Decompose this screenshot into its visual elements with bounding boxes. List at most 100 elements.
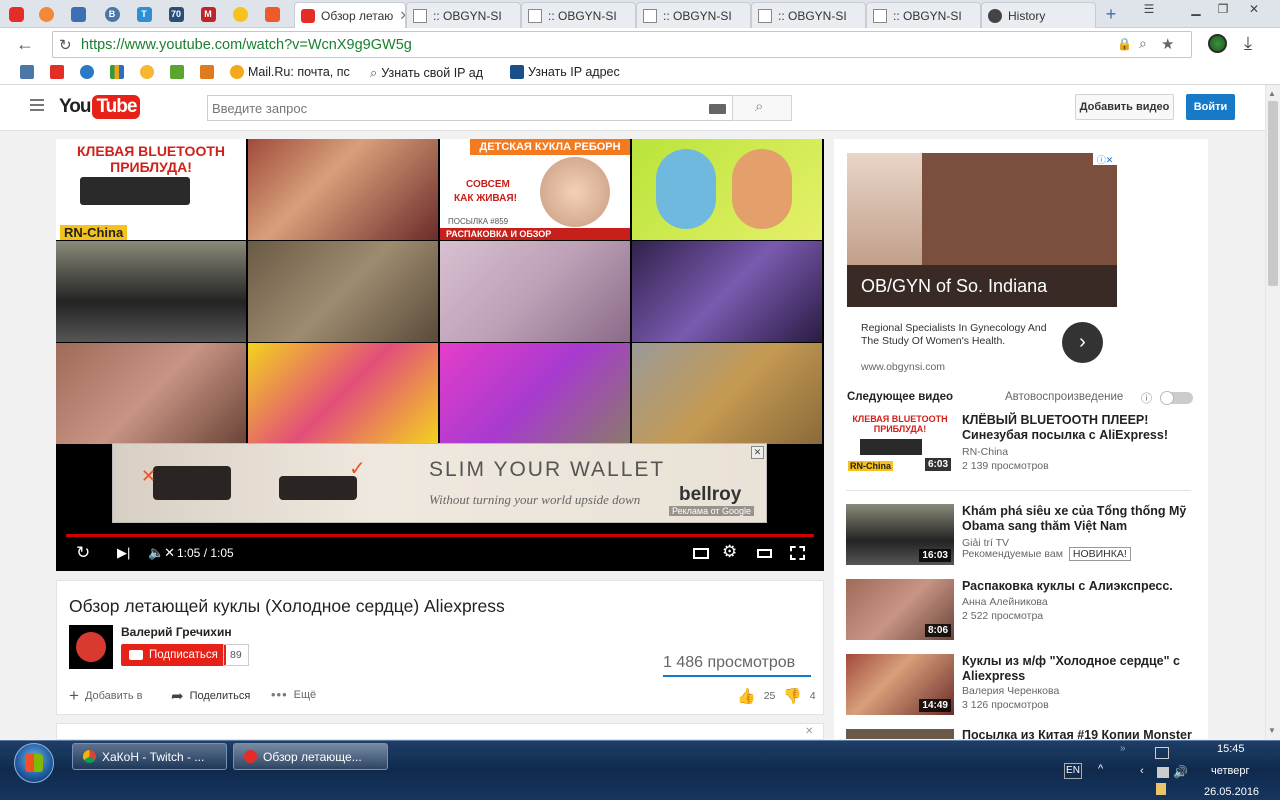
share-button[interactable]: ➦ Поделиться [171,687,250,705]
ad-google-label[interactable]: Реклама от Google [669,506,755,516]
endscreen-video-3[interactable]: ДЕТСКАЯ КУКЛА РЕБОРН СОВСЕМ КАК ЖИВАЯ! П… [440,139,630,240]
tab-obgyn-2[interactable]: :: OBGYN-SI [521,2,636,28]
pinned-tab-70[interactable]: 70 [164,3,188,25]
url-text[interactable]: https://www.youtube.com/watch?v=WcnX9g9G… [81,37,412,53]
flag-icon[interactable] [1156,783,1166,795]
sidebar-video[interactable]: 8:06 Распаковка куклы с Алиэкспресс. Анн… [846,579,1196,641]
taskbar-youtube-window[interactable]: Обзор летающе... [233,743,388,770]
video-title[interactable]: Распаковка куклы с Алиэкспресс. [962,579,1196,594]
video-title[interactable]: Khám phá siêu xe của Tổng thống Mỹ Obama… [962,504,1196,534]
sidebar-ad[interactable]: OB/GYN of So. Indiana ⓘ✕ [847,153,1117,307]
endscreen-video-8[interactable] [632,241,822,342]
close-icon[interactable]: ✕ [399,8,405,24]
minimize-button[interactable]: ▁ [1183,0,1209,18]
bookmark-globe[interactable] [80,65,94,79]
bookmark-dollar[interactable] [170,65,184,79]
network-error-icon[interactable] [1157,767,1169,778]
search-button[interactable]: ⌕ [732,95,792,121]
close-icon[interactable]: ✕ [751,446,764,459]
restore-button[interactable]: ❐ [1210,0,1236,18]
channel-name[interactable]: Валерий Гречихин [121,625,232,639]
upload-button[interactable]: Добавить видео [1075,94,1174,120]
endscreen-video-10[interactable] [248,343,438,444]
start-button[interactable] [14,743,54,783]
scroll-down-arrow-icon[interactable]: ▼ [1268,726,1276,735]
menu-icon[interactable]: ☰ [1137,0,1161,18]
video-thumbnail[interactable]: 14:49 [846,654,954,715]
video-thumbnail[interactable]: КЛЕВАЯ BLUETOOTH ПРИБЛУДА! RN-China 6:03 [846,413,954,474]
bookmark-ip-search[interactable]: ⌕ Узнать свой IP ад [370,65,483,81]
sidebar-video[interactable]: КЛЕВАЯ BLUETOOTH ПРИБЛУДА! RN-China 6:03… [846,413,1196,475]
bookmark-fox[interactable] [200,65,214,79]
video-title[interactable]: Посылка из Китая #19 Копии Monster [962,729,1196,739]
language-indicator[interactable]: EN [1064,763,1082,779]
bookmark-ip[interactable]: Узнать IP адрес [510,65,620,79]
globe-extension-icon[interactable] [1208,34,1227,53]
autoplay-toggle[interactable] [1160,391,1193,405]
star-icon[interactable]: ★ [1161,35,1174,53]
mute-icon[interactable]: 🔈✕ [148,545,175,561]
keyboard-icon[interactable] [709,104,726,114]
endscreen-video-7[interactable] [440,241,630,342]
video-thumbnail[interactable] [846,729,954,739]
close-window-button[interactable]: ✕ [1240,0,1268,18]
collapse-icon[interactable]: ✕ [805,726,813,737]
ad-url[interactable]: www.obgynsi.com [861,361,945,373]
progress-bar[interactable] [66,534,814,537]
channel-avatar[interactable] [69,625,113,669]
show-hidden-icons-icon[interactable]: ^ [1098,763,1103,775]
endscreen-video-5[interactable] [56,241,246,342]
pinned-tab-vk[interactable]: B [100,3,124,25]
page-scrollbar[interactable]: ▲ ▼ [1265,85,1280,740]
endscreen-video-6[interactable] [248,241,438,342]
clock-date[interactable]: 26.05.2016 [1204,786,1259,798]
video-thumbnail[interactable]: 16:03 [846,504,954,565]
video-title[interactable]: КЛЁВЫЙ BLUETOOTH ПЛЕЕР! Синезубая посылк… [962,413,1196,443]
sidebar-video[interactable]: 14:49 Куклы из м/ф "Холодное сердце" с A… [846,654,1196,716]
bookmark-vk[interactable] [20,65,34,79]
pinned-tab-youtube[interactable] [4,3,28,25]
pinned-tab-m[interactable]: M [196,3,220,25]
ad-next-arrow-icon[interactable]: › [1062,322,1103,363]
volume-icon[interactable]: 🔊 [1173,765,1188,779]
bookmark-sun[interactable] [140,65,154,79]
endscreen-video-4[interactable] [632,139,822,240]
next-icon[interactable]: ▶| [117,545,130,561]
subscribe-button[interactable]: Подписаться [121,644,226,666]
bookmark-youtube[interactable] [50,65,64,79]
scroll-up-arrow-icon[interactable]: ▲ [1268,89,1276,98]
arrow-left-icon[interactable]: ‹ [1140,765,1144,777]
zoom-icon[interactable]: ⌕ [1139,35,1147,52]
fullscreen-icon[interactable] [790,546,805,560]
replay-icon[interactable]: ↻ [76,543,90,563]
pinned-tab-t[interactable]: T [132,3,156,25]
login-button[interactable]: Войти [1186,94,1235,120]
sidebar-video[interactable]: 16:03 Khám phá siêu xe của Tổng thống Mỹ… [846,504,1196,566]
taskbar-twitch-window[interactable]: ХаКоН - Twitch - ... [72,743,227,770]
pinned-tab-sun[interactable] [228,3,252,25]
new-tab-button[interactable]: + [1100,4,1122,24]
overlay-ad[interactable]: ✕ ✓ SLIM YOUR WALLET Without turning you… [112,443,767,523]
pinned-tab-feather[interactable] [34,3,58,25]
endscreen-video-9[interactable] [56,343,246,444]
video-title[interactable]: Куклы из м/ф "Холодное сердце" с Aliexpr… [962,654,1196,684]
youtube-logo[interactable]: You Tube [59,95,141,119]
tab-obgyn-4[interactable]: :: OBGYN-SI [751,2,866,28]
endscreen-video-1[interactable]: КЛЕВАЯ BLUETOOTH ПРИБЛУДА! RN-China [56,139,246,240]
reload-icon[interactable]: ↻ [59,36,72,54]
pinned-tab-mail[interactable] [260,3,284,25]
guide-menu-icon[interactable] [30,99,44,111]
address-bar[interactable]: ↻ https://www.youtube.com/watch?v=WcnX9g… [52,31,1192,58]
video-player[interactable]: КЛЕВАЯ BLUETOOTH ПРИБЛУДА! RN-China ДЕТС… [56,139,824,571]
video-thumbnail[interactable]: 8:06 [846,579,954,640]
more-button[interactable]: ••• Ещё [271,687,316,702]
pinned-tab-butterfly[interactable] [66,3,90,25]
clock-day[interactable]: четверг [1211,765,1250,777]
adchoices-icon[interactable]: ⓘ✕ [1093,153,1117,165]
theater-mode-icon[interactable] [757,549,772,558]
tab-history[interactable]: History [981,2,1096,28]
tab-obgyn-3[interactable]: :: OBGYN-SI [636,2,751,28]
clock-time[interactable]: 15:45 [1217,743,1245,755]
endscreen-video-2[interactable] [248,139,438,240]
scrollbar-thumb[interactable] [1268,101,1278,286]
